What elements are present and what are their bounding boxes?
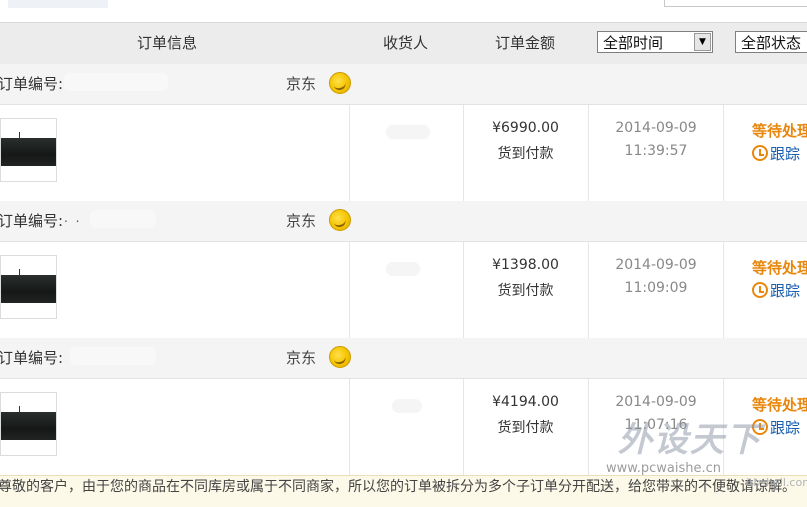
keyboard-image — [1, 132, 56, 166]
order-header: 订单编号: 京东 — [0, 64, 807, 105]
order-price: ¥4194.00 — [492, 394, 559, 410]
header-receiver: 收货人 — [383, 34, 429, 52]
shop-chat-icon[interactable] — [329, 72, 351, 94]
shop-name[interactable]: 京东 — [286, 338, 316, 378]
column-divider — [349, 379, 350, 475]
product-thumbnail[interactable] — [0, 118, 57, 182]
track-label: 跟踪 — [770, 145, 801, 163]
masked-receiver — [392, 399, 422, 413]
order-price: ¥6990.00 — [492, 120, 559, 136]
order-status: 等待处理 — [752, 396, 807, 414]
order-date: 2014-09-09 — [615, 120, 697, 136]
status-filter-value: 全部状态 — [741, 34, 802, 52]
payment-method: 货到付款 — [497, 283, 554, 299]
order-status: 等待处理 — [752, 122, 807, 140]
order-time: 11:09:09 — [624, 280, 688, 296]
notice-text: 尊敬的客户，由于您的商品在不同库房或属于不同商家，所以您的订单被拆分为多个子订单… — [0, 479, 796, 495]
clock-icon — [752, 145, 768, 161]
search-box[interactable] — [664, 0, 807, 7]
order-number-label: 订单编号: — [0, 349, 64, 367]
keyboard-image — [1, 406, 56, 440]
orders-table-header: 订单信息 收货人 订单金额 全部时间 ▼ 全部状态 — [0, 22, 807, 65]
top-strip — [0, 0, 807, 22]
time-filter-value: 全部时间 — [603, 34, 664, 52]
order-row: ¥1398.00 货到付款 2014-09-09 11:09:09 等待处理 跟… — [0, 242, 807, 339]
shop-name[interactable]: 京东 — [286, 201, 316, 241]
column-divider — [723, 105, 724, 201]
order-date: 2014-09-09 — [615, 257, 697, 273]
column-divider — [349, 242, 350, 338]
column-divider — [723, 379, 724, 475]
track-link[interactable]: 跟踪 — [752, 280, 800, 301]
chevron-down-icon[interactable]: ▼ — [694, 33, 711, 51]
product-thumbnail[interactable] — [0, 255, 57, 319]
masked-order-number — [70, 347, 156, 365]
order-status: 等待处理 — [752, 259, 807, 277]
order-price: ¥1398.00 — [492, 257, 559, 273]
time-filter-select[interactable]: 全部时间 ▼ — [597, 31, 713, 53]
clock-icon — [752, 282, 768, 298]
order-header: 订单编号: 京东 — [0, 338, 807, 379]
track-link[interactable]: 跟踪 — [752, 417, 800, 438]
shop-name[interactable]: 京东 — [286, 64, 316, 104]
order-number-dots: . . — [64, 211, 82, 225]
keyboard-image — [1, 269, 56, 303]
header-order-info: 订单信息 — [137, 34, 198, 52]
payment-method: 货到付款 — [497, 146, 554, 162]
column-divider — [723, 242, 724, 338]
track-label: 跟踪 — [770, 419, 801, 437]
split-order-notice: 尊敬的客户，由于您的商品在不同库房或属于不同商家，所以您的订单被拆分为多个子订单… — [0, 475, 807, 507]
column-divider — [349, 105, 350, 201]
faded-link — [8, 0, 108, 8]
order-date: 2014-09-09 — [615, 394, 697, 410]
order-header: 订单编号: . . 京东 — [0, 201, 807, 242]
shop-chat-icon[interactable] — [329, 346, 351, 368]
masked-order-number — [90, 210, 156, 228]
payment-method: 货到付款 — [497, 420, 554, 436]
product-thumbnail[interactable] — [0, 392, 57, 456]
clock-icon — [752, 419, 768, 435]
order-time: 11:39:57 — [624, 143, 688, 159]
masked-receiver — [386, 125, 430, 139]
header-amount: 订单金额 — [495, 34, 556, 52]
track-link[interactable]: 跟踪 — [752, 143, 800, 164]
track-label: 跟踪 — [770, 282, 801, 300]
order-row: ¥4194.00 货到付款 2014-09-09 11:07:16 等待处理 跟… — [0, 379, 807, 476]
order-number-label: 订单编号: — [0, 75, 64, 93]
order-number-label: 订单编号: — [0, 212, 64, 230]
masked-order-number — [64, 73, 168, 91]
order-row: ¥6990.00 货到付款 2014-09-09 11:39:57 等待处理 跟… — [0, 105, 807, 202]
shop-chat-icon[interactable] — [329, 209, 351, 231]
order-time: 11:07:16 — [624, 417, 688, 433]
status-filter-select[interactable]: 全部状态 — [735, 31, 807, 53]
masked-receiver — [386, 262, 420, 276]
